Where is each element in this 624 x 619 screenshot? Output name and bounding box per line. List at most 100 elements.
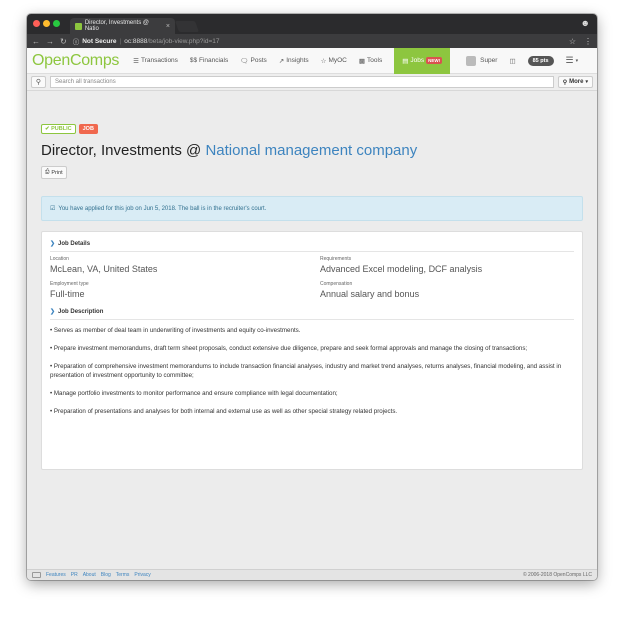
nav-jobs[interactable]: ▤ Jobs NEW! xyxy=(394,47,451,74)
back-icon[interactable]: ← xyxy=(32,37,40,46)
nav-transactions[interactable]: ☰ Transactions xyxy=(133,48,178,74)
tab-close-icon[interactable]: × xyxy=(166,23,170,30)
chevron-down-icon: ❯ xyxy=(50,241,56,247)
search-row: ⚲ Search all transactions ⚲ More ▾ xyxy=(27,74,597,91)
more-button[interactable]: ⚲ More ▾ xyxy=(557,76,593,88)
nav-tools[interactable]: ▩ Tools xyxy=(359,48,382,74)
nav-menu[interactable]: ☰ ▾ xyxy=(566,48,579,74)
caret-down-icon: ▾ xyxy=(585,79,588,85)
footer-link-terms[interactable]: Terms xyxy=(116,572,130,578)
job-details-grid: Location McLean, VA, United States Requi… xyxy=(50,256,574,299)
url-path: /beta/job-view.php?id=17 xyxy=(147,37,220,45)
copyright: © 2006-2018 OpenComps LLC xyxy=(522,572,592,578)
application-status-alert: ☑ You have applied for this job on Jun 5… xyxy=(41,196,583,221)
public-label: ✔ PUBLIC xyxy=(41,124,76,134)
footer-link-blog[interactable]: Blog xyxy=(101,572,111,578)
nav-user[interactable]: Super xyxy=(466,48,497,74)
check-circle-icon: ✔ xyxy=(45,126,50,132)
print-button[interactable]: ⎙ Print xyxy=(41,166,67,179)
info-icon: ⓘ xyxy=(72,39,80,46)
job-description-heading: Job Description xyxy=(58,308,104,315)
page-title: Director, Investments @ National managem… xyxy=(41,142,583,159)
location-label: Location xyxy=(50,256,69,262)
nav-posts[interactable]: 🗨 Posts xyxy=(240,48,267,74)
minimize-window-button[interactable] xyxy=(43,20,50,27)
star-icon: ☆ xyxy=(320,57,327,65)
footer-link-features[interactable]: Features xyxy=(46,572,66,578)
browser-tab[interactable]: Director, Investments @ Natio × xyxy=(70,18,175,34)
job-details-header[interactable]: ❯ Job Details xyxy=(50,240,574,252)
check-circle-icon: ☑ xyxy=(50,206,56,212)
tab-title: Director, Investments @ Natio xyxy=(84,20,149,32)
nav-financials[interactable]: $$ Financials xyxy=(190,48,228,74)
job-labels: ✔ PUBLIC JOB xyxy=(41,124,583,134)
url-separator: | xyxy=(119,37,122,45)
footer-link-about[interactable]: About xyxy=(83,572,96,578)
site-navbar: OpenComps ☰ Transactions $$ Financials 🗨… xyxy=(27,47,597,74)
requirements-label: Requirements xyxy=(320,256,352,262)
nav-label: Tools xyxy=(367,57,383,64)
chat-icon: 🗨 xyxy=(240,57,249,65)
avatar xyxy=(466,55,477,66)
location-value: McLean, VA, United States xyxy=(50,264,158,274)
search-icon[interactable]: ⚲ xyxy=(31,76,46,88)
job-title: Director, Investments @ xyxy=(41,142,206,159)
compensation-label: Compensation xyxy=(320,281,353,287)
nav-label: Jobs xyxy=(410,57,425,64)
browser-menu-icon[interactable]: ⋮ xyxy=(584,37,592,46)
public-label-text: PUBLIC xyxy=(51,126,72,132)
keyboard-icon[interactable] xyxy=(32,572,41,578)
nav-label: Insights xyxy=(286,57,309,64)
nav-myoc[interactable]: ☆ MyOC xyxy=(321,48,347,74)
footer-link-pr[interactable]: PR xyxy=(71,572,78,578)
nav-label: Transactions xyxy=(140,57,178,64)
compensation-field: Compensation Annual salary and bonus xyxy=(320,281,574,299)
more-label: More xyxy=(569,79,584,85)
description-item: • Serves as member of deal team in under… xyxy=(50,327,301,334)
employment-label: Employment type xyxy=(50,281,89,287)
print-label: Print xyxy=(51,169,63,176)
zoom-window-button[interactable] xyxy=(53,20,60,27)
footer-link-privacy[interactable]: Privacy xyxy=(134,572,150,578)
favicon-icon xyxy=(75,22,82,30)
title-bar: Director, Investments @ Natio × ☻ xyxy=(27,14,597,34)
caret-down-icon: ▾ xyxy=(575,57,579,64)
reload-icon[interactable]: ↻ xyxy=(60,37,67,46)
user-name: Super xyxy=(480,57,498,64)
nav-label: Posts xyxy=(250,57,267,64)
bookmark-star-icon[interactable]: ☆ xyxy=(569,37,576,46)
close-window-button[interactable] xyxy=(33,20,40,27)
search-icon: ⚲ xyxy=(562,79,568,86)
hamburger-icon: ☰ xyxy=(565,55,574,65)
employment-value: Full-time xyxy=(50,289,85,299)
print-icon: ⎙ xyxy=(45,169,50,175)
inbox-icon: ◫ xyxy=(509,57,516,65)
security-label: Not Secure xyxy=(82,37,117,45)
site-logo[interactable]: OpenComps xyxy=(32,52,119,70)
new-tab-button[interactable] xyxy=(174,21,200,32)
profile-icon[interactable]: ☻ xyxy=(581,18,590,28)
requirements-field: Requirements Advanced Excel modeling, DC… xyxy=(320,256,574,274)
url-field[interactable]: ⓘ Not Secure | oc:8888/beta/job-view.php… xyxy=(72,36,220,47)
employment-field: Employment type Full-time xyxy=(50,281,320,299)
new-badge: NEW! xyxy=(426,57,443,64)
job-label: JOB xyxy=(78,124,98,134)
location-field: Location McLean, VA, United States xyxy=(50,256,320,274)
search-input[interactable]: Search all transactions xyxy=(50,76,554,88)
list-icon: ☰ xyxy=(133,57,139,65)
job-panel: ❯ Job Details Location McLean, VA, Unite… xyxy=(41,231,583,470)
doc-icon: ▤ xyxy=(402,57,409,65)
forward-icon[interactable]: → xyxy=(46,37,54,46)
nav-inbox[interactable]: ◫ xyxy=(509,48,515,74)
company-link[interactable]: National management company xyxy=(205,142,417,159)
nav-label: MyOC xyxy=(328,57,347,64)
nav-points[interactable]: 85 pts xyxy=(527,48,554,74)
requirements-value: Advanced Excel modeling, DCF analysis xyxy=(320,264,483,274)
alert-text: You have applied for this job on Jun 5, … xyxy=(58,205,267,212)
job-description-header[interactable]: ❯ Job Description xyxy=(50,308,574,320)
points-badge: 85 pts xyxy=(527,55,554,66)
nav-insights[interactable]: ↗ Insights xyxy=(279,48,309,74)
browser-window: Director, Investments @ Natio × ☻ ← → ↻ … xyxy=(27,14,597,580)
description-item: • Prepare investment memorandums, draft … xyxy=(50,345,528,352)
url-host: oc:8888 xyxy=(124,37,148,45)
